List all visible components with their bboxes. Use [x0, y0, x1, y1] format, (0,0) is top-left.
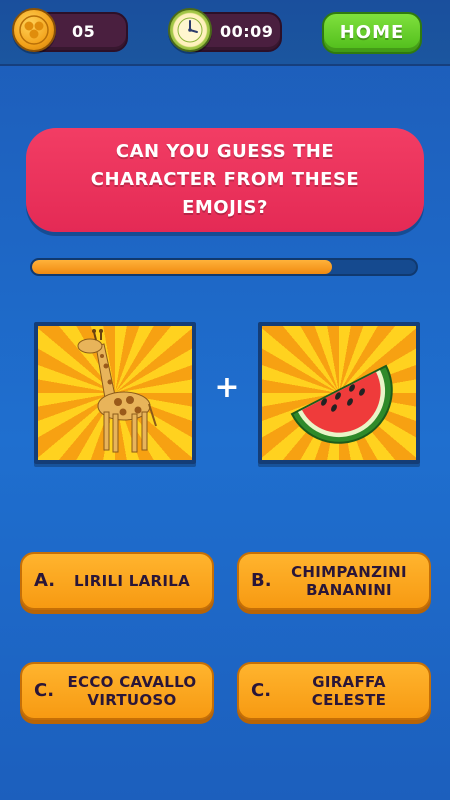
home-button[interactable]: HOME	[322, 12, 422, 54]
clock-icon	[168, 8, 212, 52]
answer-label: ECCO CAVALLO VIRTUOSO	[67, 673, 197, 709]
answer-label: CHIMPANZINI BANANINI	[291, 563, 407, 599]
answer-label: LIRILI LARILA	[74, 572, 190, 590]
answer-button-a[interactable]: A. LIRILI LARILA	[20, 552, 214, 610]
progress-bar	[30, 258, 418, 276]
giraffe-icon	[77, 329, 157, 453]
watermelon-emoji-card	[258, 322, 420, 464]
answer-label: GIRAFFA CELESTE	[311, 673, 387, 709]
answer-letter: A.	[34, 570, 56, 591]
top-bar: 05 00:09 HOME	[0, 0, 450, 66]
coin-icon	[12, 8, 56, 52]
answer-letter: C.	[34, 680, 55, 701]
progress-fill	[32, 260, 332, 274]
plus-sign: +	[214, 370, 240, 405]
answer-letter: C.	[251, 680, 272, 701]
question-text: CAN YOU GUESS THE CHARACTER FROM THESE E…	[90, 141, 360, 218]
answer-button-c2[interactable]: C. GIRAFFA CELESTE	[237, 662, 431, 720]
answer-button-b[interactable]: B. CHIMPANZINI BANANINI	[237, 552, 431, 610]
answer-button-c1[interactable]: C. ECCO CAVALLO VIRTUOSO	[20, 662, 214, 720]
coin-count: 05	[72, 22, 96, 41]
timer-value: 00:09	[220, 22, 274, 41]
giraffe-emoji-card	[34, 322, 196, 464]
question-panel: CAN YOU GUESS THE CHARACTER FROM THESE E…	[26, 128, 424, 232]
watermelon-icon	[290, 364, 393, 444]
answer-letter: B.	[251, 570, 272, 591]
